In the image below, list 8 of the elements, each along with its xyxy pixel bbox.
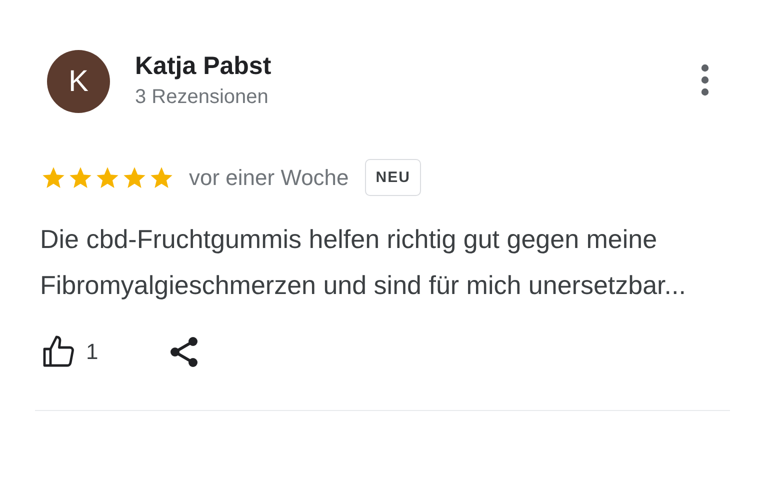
like-count: 1 — [86, 339, 98, 365]
review-count: 3 Rezensionen — [135, 85, 270, 110]
more-options-icon[interactable] — [700, 64, 710, 96]
author-name: Katja Pabst — [135, 51, 272, 82]
avatar: K — [47, 50, 110, 113]
review-text: Die cbd-Fruchtgummis helfen richtig gut gegen meine Fibromyalgieschmerzen und sind für mich unersetzbar... — [40, 223, 687, 302]
review-time: vor einer Woche — [189, 164, 349, 190]
new-badge: NEU — [364, 159, 422, 196]
